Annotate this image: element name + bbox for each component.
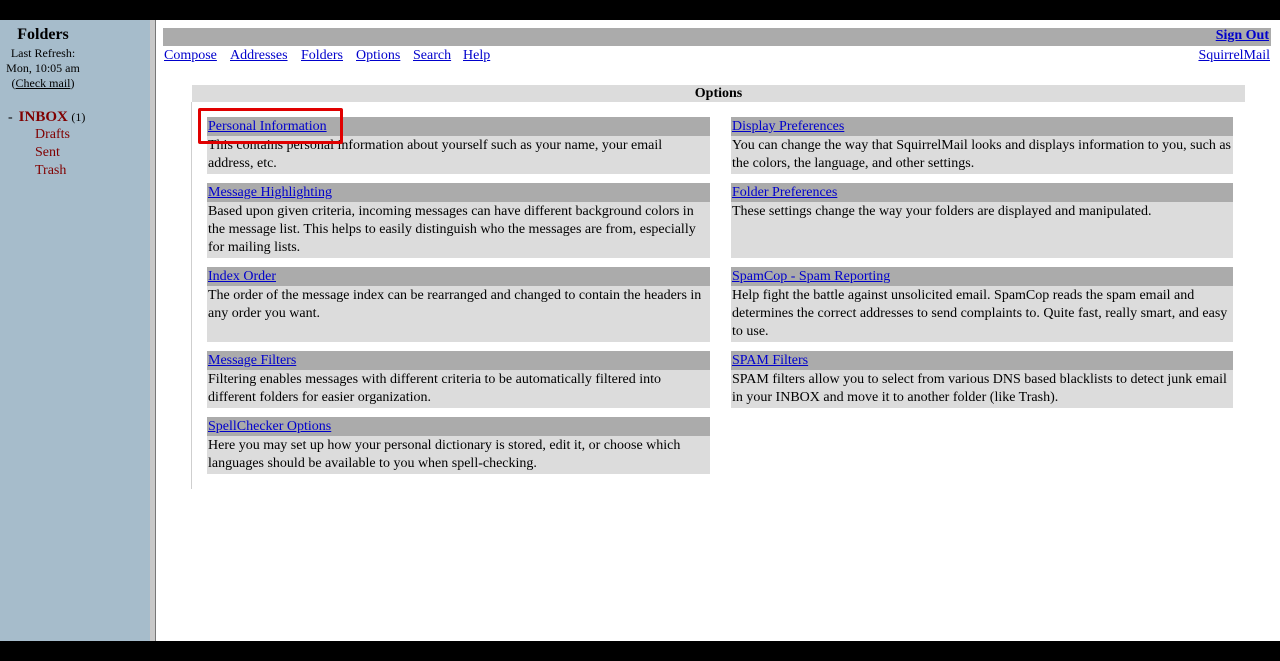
- option-index-order: Index Order The order of the message ind…: [207, 267, 710, 342]
- check-mail-wrapper: (Check mail): [0, 76, 86, 91]
- option-title-bar: Message Filters: [207, 351, 710, 370]
- folder-preferences-link[interactable]: Folder Preferences: [732, 185, 837, 200]
- option-description: Help fight the battle against unsolicite…: [732, 288, 1228, 339]
- sign-out-link[interactable]: Sign Out: [1216, 28, 1269, 44]
- inbox-link[interactable]: INBOX: [19, 109, 68, 125]
- nav-help[interactable]: Help: [463, 48, 490, 64]
- nav-addresses[interactable]: Addresses: [230, 48, 288, 64]
- option-title-bar: Display Preferences: [731, 117, 1233, 136]
- nav-search[interactable]: Search: [413, 48, 451, 64]
- main-nav: Compose Addresses Folders Options Search…: [164, 48, 1271, 66]
- folders-title: Folders: [17, 26, 69, 43]
- option-spellchecker-options: SpellChecker Options Here you may set up…: [207, 417, 710, 474]
- options-heading: Options: [192, 85, 1245, 102]
- option-spamcop: SpamCop - Spam Reporting Help fight the …: [731, 267, 1233, 342]
- spam-filters-link[interactable]: SPAM Filters: [732, 353, 808, 368]
- option-description: Here you may set up how your personal di…: [208, 438, 681, 471]
- message-filters-link[interactable]: Message Filters: [208, 353, 296, 368]
- option-description: SPAM filters allow you to select from va…: [732, 372, 1227, 405]
- spamcop-link[interactable]: SpamCop - Spam Reporting: [732, 269, 890, 284]
- option-description: These settings change the way your folde…: [732, 204, 1152, 219]
- options-divider: [191, 102, 192, 489]
- option-description: Based upon given criteria, incoming mess…: [208, 204, 696, 255]
- option-display-preferences: Display Preferences You can change the w…: [731, 117, 1233, 174]
- option-description: The order of the message index can be re…: [208, 288, 702, 321]
- inbox-unread-count: (1): [71, 110, 86, 124]
- last-refresh-time: Mon, 10:05 am: [6, 61, 80, 75]
- option-personal-information: Personal Information This contains perso…: [207, 117, 710, 174]
- personal-information-link[interactable]: Personal Information: [208, 119, 327, 134]
- message-highlighting-link[interactable]: Message Highlighting: [208, 185, 332, 200]
- option-message-filters: Message Filters Filtering enables messag…: [207, 351, 710, 408]
- option-title-bar: SpamCop - Spam Reporting: [731, 267, 1233, 286]
- option-description: You can change the way that SquirrelMail…: [732, 138, 1231, 171]
- nav-compose[interactable]: Compose: [164, 48, 217, 64]
- nav-folders[interactable]: Folders: [301, 48, 343, 64]
- option-title-bar: Message Highlighting: [207, 183, 710, 202]
- display-preferences-link[interactable]: Display Preferences: [732, 119, 844, 134]
- last-refresh-label: Last Refresh:: [10, 46, 76, 60]
- option-message-highlighting: Message Highlighting Based upon given cr…: [207, 183, 710, 258]
- option-description: This contains personal information about…: [208, 138, 663, 171]
- inbox-collapse-toggle[interactable]: -: [8, 110, 13, 125]
- folder-item-sent[interactable]: Sent: [35, 145, 60, 161]
- option-title-bar: Personal Information: [207, 117, 710, 136]
- option-spam-filters: SPAM Filters SPAM filters allow you to s…: [731, 351, 1233, 408]
- option-title-bar: SpellChecker Options: [207, 417, 710, 436]
- option-title-bar: Folder Preferences: [731, 183, 1233, 202]
- folder-item-trash[interactable]: Trash: [35, 163, 66, 179]
- index-order-link[interactable]: Index Order: [208, 269, 276, 284]
- main-pane: Sign Out Compose Addresses Folders Optio…: [156, 20, 1280, 641]
- folder-pane: Folders Last Refresh: Mon, 10:05 am (Che…: [0, 20, 150, 641]
- nav-options[interactable]: Options: [356, 48, 400, 64]
- option-title-bar: Index Order: [207, 267, 710, 286]
- top-title-bar: Sign Out: [163, 28, 1271, 46]
- check-mail-close-paren: ): [70, 76, 75, 90]
- option-title-bar: SPAM Filters: [731, 351, 1233, 370]
- folder-item-inbox: - INBOX (1): [8, 109, 85, 126]
- option-folder-preferences: Folder Preferences These settings change…: [731, 183, 1233, 258]
- spellchecker-options-link[interactable]: SpellChecker Options: [208, 419, 331, 434]
- option-description: Filtering enables messages with differen…: [208, 372, 662, 405]
- folder-item-drafts[interactable]: Drafts: [35, 127, 70, 143]
- check-mail-link[interactable]: Check mail: [16, 76, 71, 90]
- squirrelmail-link[interactable]: SquirrelMail: [1198, 48, 1270, 64]
- bottom-bar: [0, 641, 1280, 661]
